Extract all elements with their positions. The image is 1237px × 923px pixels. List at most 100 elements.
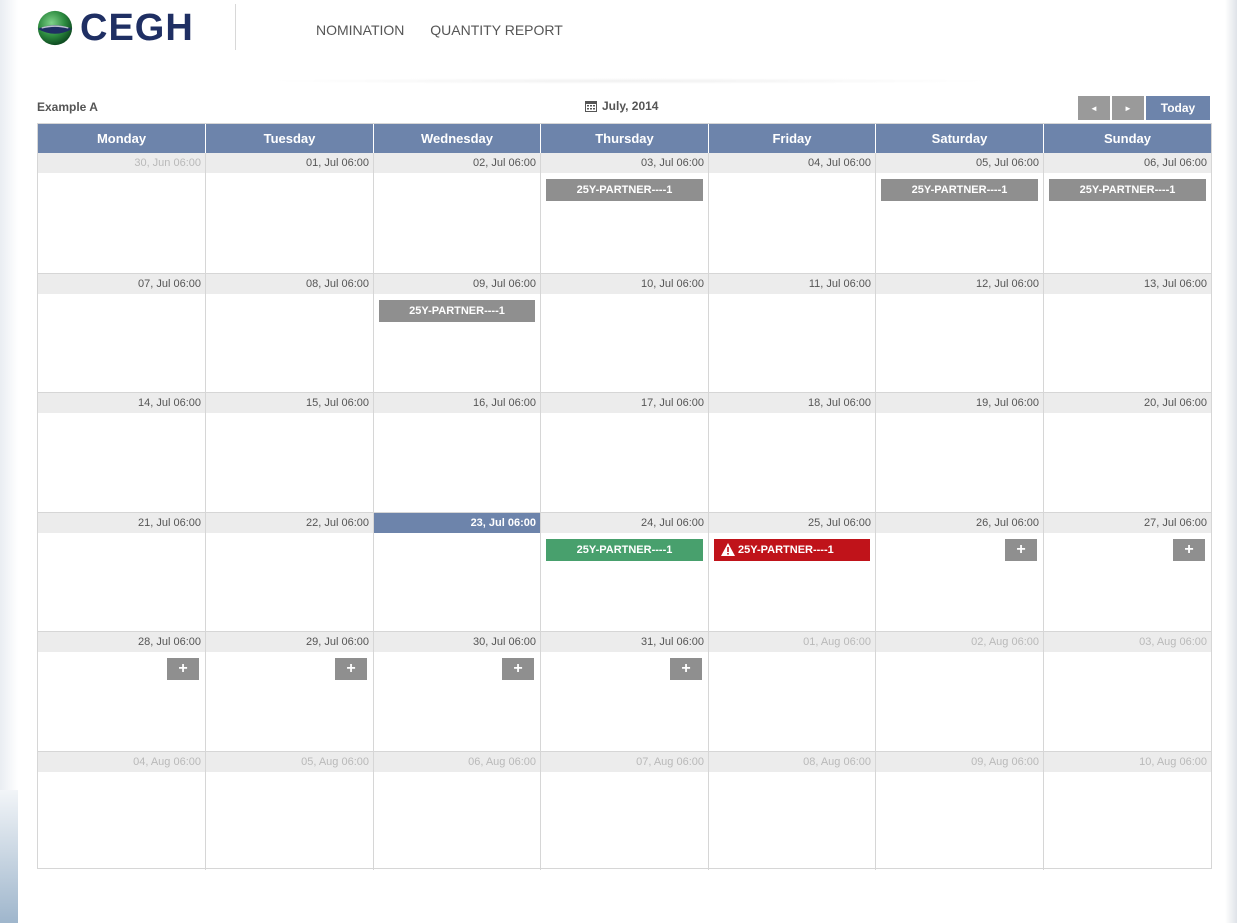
calendar-day[interactable]: 17, Jul 06:00 bbox=[541, 393, 709, 512]
calendar-day[interactable]: 26, Jul 06:00 + bbox=[876, 512, 1044, 631]
day-date-label: 22, Jul 06:00 bbox=[206, 512, 373, 533]
day-date-label: 03, Aug 06:00 bbox=[1044, 632, 1211, 652]
page-edge-left bbox=[0, 0, 18, 923]
calendar-grid: Monday Tuesday Wednesday Thursday Friday Satu… bbox=[37, 123, 1212, 871]
calendar-day[interactable]: 20, Jul 06:00 bbox=[1044, 393, 1211, 512]
calendar-day[interactable]: 28, Jul 06:00 + bbox=[38, 632, 206, 751]
day-date-label: 07, Jul 06:00 bbox=[38, 273, 205, 294]
add-nomination-button[interactable]: + bbox=[1173, 538, 1205, 561]
calendar-month[interactable]: July, 2014 bbox=[585, 99, 658, 113]
calendar-day[interactable]: 09, Aug 06:00 bbox=[876, 751, 1044, 870]
calendar-day[interactable]: 11, Jul 06:00 bbox=[709, 273, 876, 392]
calendar-day[interactable]: 09, Jul 06:00 25Y-PARTNER----1 bbox=[374, 273, 541, 392]
calendar-day[interactable]: 30, Jun 06:00 bbox=[38, 153, 206, 273]
day-date-label: 11, Jul 06:00 bbox=[709, 273, 875, 294]
day-date-label: 13, Jul 06:00 bbox=[1044, 273, 1211, 294]
prev-month-button[interactable]: ◄ bbox=[1078, 96, 1110, 120]
calendar-day[interactable]: 05, Jul 06:00 25Y-PARTNER----1 bbox=[876, 153, 1044, 273]
arrow-right-icon: ► bbox=[1124, 103, 1132, 113]
calendar-day[interactable]: 06, Aug 06:00 bbox=[374, 751, 541, 870]
nomination-event[interactable]: 25Y-PARTNER----1 bbox=[881, 179, 1038, 201]
event-label: 25Y-PARTNER----1 bbox=[911, 184, 1008, 196]
add-nomination-button[interactable]: + bbox=[502, 658, 534, 680]
day-date-label: 20, Jul 06:00 bbox=[1044, 393, 1211, 413]
nomination-event[interactable]: 25Y-PARTNER----1 bbox=[546, 179, 703, 201]
day-date-label: 04, Jul 06:00 bbox=[709, 153, 875, 173]
calendar-day[interactable]: 02, Jul 06:00 bbox=[374, 153, 541, 273]
day-date-label: 19, Jul 06:00 bbox=[876, 393, 1043, 413]
day-date-label: 10, Aug 06:00 bbox=[1044, 751, 1211, 772]
day-date-label: 09, Aug 06:00 bbox=[876, 751, 1043, 772]
calendar-day[interactable]: 25, Jul 06:00 25Y-PARTNER----1 bbox=[709, 512, 876, 631]
globe-icon bbox=[37, 10, 73, 46]
nomination-event[interactable]: 25Y-PARTNER----1 bbox=[379, 299, 535, 322]
calendar-day[interactable]: 04, Aug 06:00 bbox=[38, 751, 206, 870]
calendar-day[interactable]: 31, Jul 06:00 + bbox=[541, 632, 709, 751]
calendar-day[interactable]: 01, Aug 06:00 bbox=[709, 632, 876, 751]
page-edge-right bbox=[1225, 0, 1237, 923]
calendar-day[interactable]: 14, Jul 06:00 bbox=[38, 393, 206, 512]
day-date-label: 08, Aug 06:00 bbox=[709, 751, 875, 772]
day-date-label: 14, Jul 06:00 bbox=[38, 393, 205, 413]
calendar-day[interactable]: 01, Jul 06:00 bbox=[206, 153, 374, 273]
weekday-friday: Friday bbox=[709, 124, 876, 153]
day-date-label: 23, Jul 06:00 bbox=[374, 512, 540, 533]
add-nomination-button[interactable]: + bbox=[335, 658, 367, 680]
calendar-day[interactable]: 16, Jul 06:00 bbox=[374, 393, 541, 512]
event-label: 25Y-PARTNER----1 bbox=[738, 543, 834, 556]
day-date-label: 04, Aug 06:00 bbox=[38, 751, 205, 772]
next-month-button[interactable]: ► bbox=[1112, 96, 1144, 120]
calendar-day-today[interactable]: 23, Jul 06:00 bbox=[374, 512, 541, 631]
calendar-day[interactable]: 21, Jul 06:00 bbox=[38, 512, 206, 631]
day-date-label: 28, Jul 06:00 bbox=[38, 632, 205, 652]
calendar-day[interactable]: 24, Jul 06:00 25Y-PARTNER----1 bbox=[541, 512, 709, 631]
event-label: 25Y-PARTNER----1 bbox=[409, 304, 505, 317]
day-date-label: 08, Jul 06:00 bbox=[206, 273, 373, 294]
cegh-logo[interactable]: CEGH bbox=[36, 8, 194, 48]
day-date-label: 25, Jul 06:00 bbox=[709, 512, 875, 533]
nomination-event[interactable]: 25Y-PARTNER----1 bbox=[1049, 179, 1206, 201]
day-date-label: 27, Jul 06:00 bbox=[1044, 512, 1211, 533]
calendar-day[interactable]: 13, Jul 06:00 bbox=[1044, 273, 1211, 393]
add-nomination-button[interactable]: + bbox=[1005, 538, 1037, 561]
calendar-day[interactable]: 12, Jul 06:00 bbox=[876, 273, 1044, 392]
calendar-day[interactable]: 10, Jul 06:00 bbox=[541, 273, 709, 392]
weekday-thursday: Thursday bbox=[541, 124, 709, 153]
calendar-day[interactable]: 07, Jul 06:00 bbox=[38, 273, 206, 392]
calendar-day[interactable]: 08, Aug 06:00 bbox=[709, 751, 876, 870]
calendar-day[interactable]: 08, Jul 06:00 bbox=[206, 273, 374, 392]
nav-quantity-report[interactable]: QUANTITY REPORT bbox=[430, 22, 563, 38]
add-nomination-button[interactable]: + bbox=[670, 658, 702, 680]
calendar-day[interactable]: 30, Jul 06:00 + bbox=[374, 632, 541, 751]
day-date-label: 30, Jul 06:00 bbox=[374, 632, 540, 652]
calendar-day[interactable]: 18, Jul 06:00 bbox=[709, 393, 876, 512]
day-date-label: 02, Aug 06:00 bbox=[876, 632, 1043, 652]
day-date-label: 26, Jul 06:00 bbox=[876, 512, 1043, 533]
calendar-day[interactable]: 07, Aug 06:00 bbox=[541, 751, 709, 870]
day-date-label: 02, Jul 06:00 bbox=[374, 153, 540, 173]
calendar-day[interactable]: 29, Jul 06:00 + bbox=[206, 632, 374, 751]
calendar-day[interactable]: 15, Jul 06:00 bbox=[206, 393, 374, 512]
weekday-monday: Monday bbox=[38, 124, 206, 153]
day-date-label: 31, Jul 06:00 bbox=[541, 632, 708, 652]
calendar-day[interactable]: 03, Aug 06:00 bbox=[1044, 632, 1211, 751]
calendar-day[interactable]: 27, Jul 06:00 + bbox=[1044, 512, 1211, 632]
main-nav: NOMINATION QUANTITY REPORT bbox=[316, 22, 585, 38]
day-date-label: 30, Jun 06:00 bbox=[38, 153, 205, 173]
today-button[interactable]: Today bbox=[1146, 96, 1210, 120]
calendar-day[interactable]: 02, Aug 06:00 bbox=[876, 632, 1044, 751]
add-nomination-button[interactable]: + bbox=[167, 658, 199, 680]
calendar-day[interactable]: 19, Jul 06:00 bbox=[876, 393, 1044, 512]
page-edge-left-decoration bbox=[0, 790, 18, 923]
calendar-day[interactable]: 10, Aug 06:00 bbox=[1044, 751, 1211, 871]
day-date-label: 01, Aug 06:00 bbox=[709, 632, 875, 652]
day-date-label: 29, Jul 06:00 bbox=[206, 632, 373, 652]
nomination-event[interactable]: 25Y-PARTNER----1 bbox=[546, 538, 703, 561]
nav-nomination[interactable]: NOMINATION bbox=[316, 22, 404, 38]
calendar-day[interactable]: 05, Aug 06:00 bbox=[206, 751, 374, 870]
calendar-day[interactable]: 06, Jul 06:00 25Y-PARTNER----1 bbox=[1044, 153, 1211, 273]
calendar-day[interactable]: 04, Jul 06:00 bbox=[709, 153, 876, 273]
calendar-day[interactable]: 03, Jul 06:00 25Y-PARTNER----1 bbox=[541, 153, 709, 273]
nomination-event[interactable]: 25Y-PARTNER----1 bbox=[714, 538, 870, 561]
calendar-day[interactable]: 22, Jul 06:00 bbox=[206, 512, 374, 631]
